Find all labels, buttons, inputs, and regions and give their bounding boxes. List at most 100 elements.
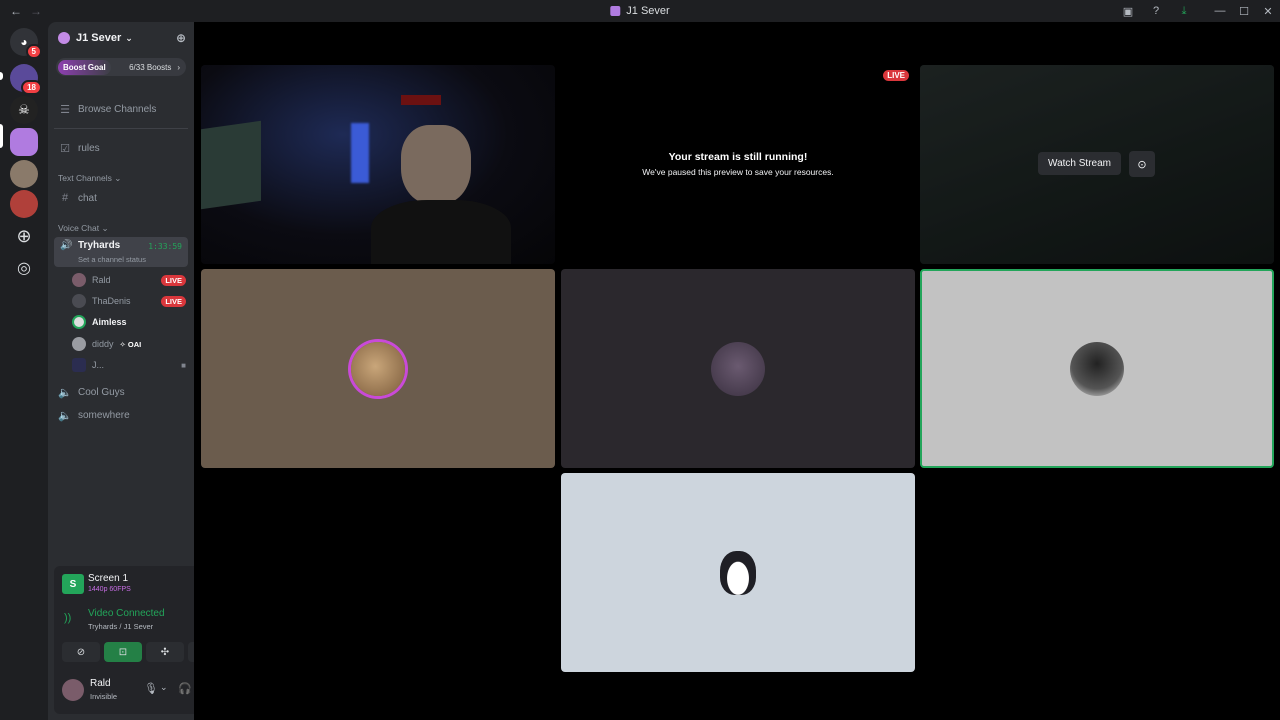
browse-channels[interactable]: ☰ Browse Channels (54, 99, 188, 119)
screen-share-button[interactable]: ⊡ (104, 642, 142, 662)
checkbox-icon: ☑ (60, 142, 70, 155)
voice-channel-label: Cool Guys (78, 386, 125, 398)
server-icon-3[interactable] (10, 128, 38, 156)
server-icon-1[interactable]: 18 (10, 64, 42, 95)
back-arrow-icon[interactable]: ← (10, 4, 22, 18)
maximize-button[interactable]: ☐ (1232, 0, 1256, 22)
microphone-icon[interactable]: 🎙 (144, 682, 158, 695)
minimize-button[interactable]: — (1208, 0, 1232, 22)
signal-icon: )) (64, 612, 72, 624)
close-button[interactable]: ✕ (1256, 0, 1280, 22)
server-name: J1 Sever (76, 32, 122, 44)
red-light (401, 95, 441, 105)
boost-goal[interactable]: Boost Goal 6/33 Boosts › (56, 58, 186, 76)
paused-subtitle: We've paused this preview to save your r… (642, 167, 834, 177)
watch-stream-button[interactable]: Watch Stream (1038, 152, 1121, 175)
category-text-channels[interactable]: Text Channels ⌄ (58, 173, 121, 184)
video-tile-avatar[interactable] (561, 473, 915, 672)
live-badge: LIVE (161, 295, 186, 307)
window-title-text: J1 Sever (626, 5, 670, 17)
server-icon-4[interactable] (10, 160, 38, 188)
headphones-icon[interactable]: 🎧 (178, 682, 192, 695)
server-rail: ◕ 5 18 ☠ ⊕ ◎ (0, 22, 48, 720)
divider (54, 128, 188, 129)
video-tile-avatar-speaking[interactable] (920, 269, 1274, 468)
history-nav: ← → (10, 4, 42, 18)
channel-status[interactable]: Set a channel status (78, 255, 146, 264)
camera-icon: ■ (181, 360, 186, 370)
video-tile-game-stream[interactable]: Watch Stream ⊙ (920, 65, 1274, 264)
voice-user-name: diddy (92, 339, 114, 349)
user-name[interactable]: Rald (90, 678, 111, 689)
server-header[interactable]: J1 Sever ⌄ ⊕ (48, 22, 194, 54)
chevron-right-icon: › (177, 62, 180, 72)
camera-off-button[interactable]: ⊘ (62, 642, 100, 662)
voice-connected-location: Tryhards / J1 Sever (88, 622, 154, 631)
invite-people-icon[interactable]: ⊕ (176, 31, 186, 45)
help-icon[interactable]: ? (1144, 0, 1168, 22)
monitor-glow (201, 120, 261, 210)
video-tile-paused-stream[interactable]: LIVE Your stream is still running! We've… (561, 65, 915, 264)
voice-channel-somewhere[interactable]: 🔈 somewhere (54, 405, 188, 425)
boost-goal-label: Boost Goal (58, 59, 111, 75)
list-icon: ☰ (60, 103, 70, 116)
voice-user[interactable]: Aimless (72, 313, 186, 331)
screen-share-icon: ⊡ (118, 646, 128, 658)
channel-rules[interactable]: ☑ rules (54, 138, 188, 158)
blue-light (351, 123, 369, 183)
discover-icon[interactable]: ◎ (10, 254, 38, 282)
server-icon-5[interactable] (10, 190, 38, 218)
server-badge: 18 (21, 80, 42, 95)
chevron-down-icon: ⌄ (125, 32, 133, 43)
live-badge: LIVE (161, 274, 186, 286)
inbox-icon[interactable]: ▣ (1116, 0, 1140, 22)
forward-arrow-icon[interactable]: → (30, 4, 42, 18)
speaker-icon: 🔈 (58, 386, 72, 399)
chevron-down-icon[interactable]: ⌄ (160, 682, 168, 693)
voice-connected-title[interactable]: Video Connected (88, 608, 165, 619)
screen-quality: 1440p 60FPS (88, 586, 131, 593)
voice-user[interactable]: ThaDenis LIVE (72, 292, 186, 310)
server-icon-2[interactable]: ☠ (10, 96, 38, 124)
video-tile-avatar[interactable] (201, 269, 555, 468)
penguin-avatar (720, 550, 756, 595)
live-badge: LIVE (883, 70, 909, 81)
video-stage: LIVE Your stream is still running! We've… (194, 22, 1280, 720)
voice-timer: 1:33:59 (148, 242, 182, 251)
video-tile-rald-camera[interactable] (201, 65, 555, 264)
category-label: Text Channels (58, 173, 112, 183)
voice-user[interactable]: J... ■ (72, 356, 186, 374)
server-icon (610, 6, 621, 16)
window-title: J1 Sever (610, 5, 670, 17)
avatar (711, 341, 765, 396)
channel-chat[interactable]: # chat (54, 188, 188, 208)
avatar (72, 337, 86, 351)
hash-icon: # (61, 192, 69, 204)
voice-user[interactable]: Rald LIVE (72, 271, 186, 289)
browse-channels-label: Browse Channels (78, 103, 157, 115)
download-icon[interactable]: ⤓ (1172, 0, 1196, 22)
camera-off-icon: ⊘ (76, 646, 86, 658)
popout-icon[interactable]: ⊙ (1129, 151, 1155, 177)
screen-thumbnail: S (62, 574, 84, 594)
category-voice-chat[interactable]: Voice Chat ⌄ (58, 223, 109, 234)
activities-button[interactable]: ✣ (146, 642, 184, 662)
window-titlebar: ← → J1 Sever ▣ ? ⤓ — ☐ ✕ (0, 0, 1280, 22)
home-badge: 5 (25, 44, 42, 59)
openai-tag: ✧ OAI (119, 339, 142, 349)
person-body (371, 200, 511, 264)
selected-indicator (0, 124, 3, 148)
voice-user[interactable]: diddy ✧ OAI (72, 335, 186, 353)
home-button[interactable]: ◕ 5 (10, 28, 42, 59)
avatar (1070, 341, 1124, 396)
voice-channel-cool-guys[interactable]: 🔈 Cool Guys (54, 382, 188, 402)
avatar (351, 341, 405, 396)
voice-user-name: ThaDenis (92, 296, 131, 306)
avatar (72, 315, 86, 329)
video-tile-avatar[interactable] (561, 269, 915, 468)
avatar[interactable] (62, 679, 84, 701)
speaker-icon: 🔊 (60, 240, 73, 251)
speaker-icon: 🔈 (58, 409, 72, 422)
add-server-icon[interactable]: ⊕ (10, 222, 38, 250)
voice-channel-tryhards[interactable]: 🔊 Tryhards 1:33:59 Set a channel status (54, 237, 188, 267)
